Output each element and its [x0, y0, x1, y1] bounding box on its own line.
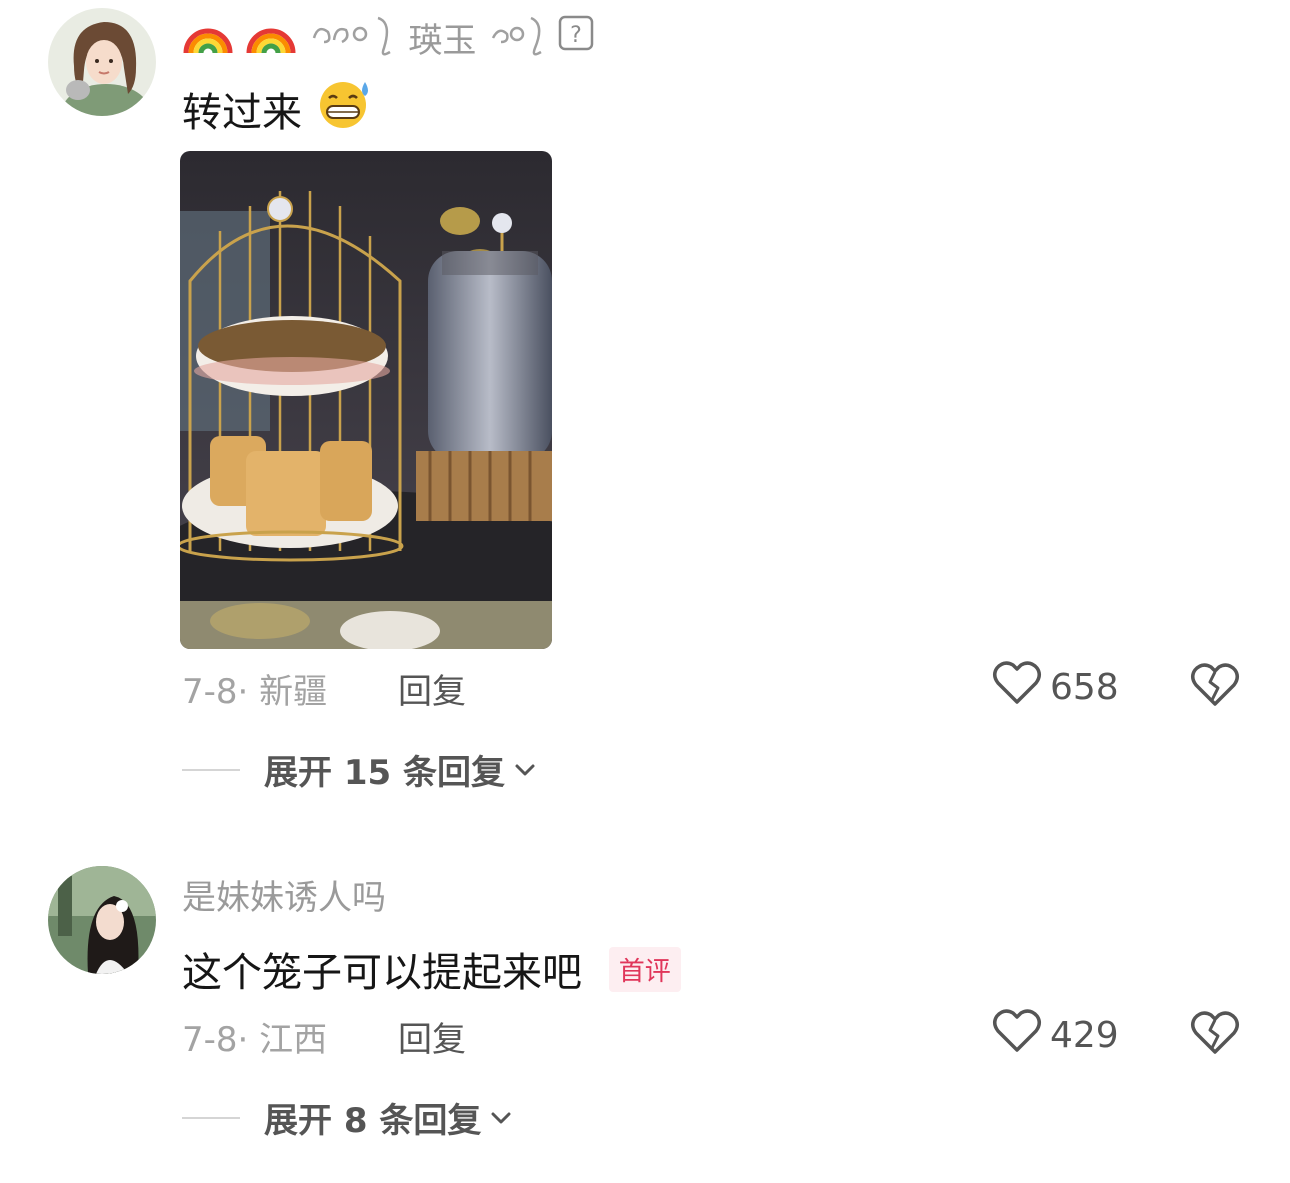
- heart-icon: [992, 1008, 1042, 1063]
- dislike-button[interactable]: [1190, 662, 1240, 712]
- question-mark-icon[interactable]: ?: [558, 15, 594, 60]
- username[interactable]: 是妹妹诱人吗: [182, 870, 386, 919]
- avatar[interactable]: [48, 8, 156, 116]
- chevron-down-icon: [513, 760, 537, 780]
- username: 瑛玉: [408, 21, 477, 61]
- rainbow-icon: [245, 9, 297, 66]
- comment-photo[interactable]: [180, 151, 552, 649]
- date-location: 7-8· 江西: [182, 1020, 328, 1060]
- comment-text: 这个笼子可以提起来吧: [182, 950, 582, 996]
- like-count: 658: [1050, 667, 1119, 708]
- expand-replies-label: 展开 8 条回复: [264, 1101, 482, 1141]
- heart-icon: [992, 660, 1042, 715]
- like-button[interactable]: 658: [992, 660, 1119, 715]
- comment-text-row: 这个笼子可以提起来吧 首评: [182, 940, 681, 998]
- chevron-down-icon: [489, 1108, 513, 1128]
- like-count: 429: [1050, 1015, 1119, 1056]
- svg-text:?: ?: [570, 23, 582, 48]
- reply-button[interactable]: 回复: [398, 1012, 466, 1061]
- expand-replies-label: 展开 15 条回复: [264, 753, 505, 793]
- like-button[interactable]: 429: [992, 1008, 1119, 1063]
- grinning-sweat-emoji-icon: [315, 78, 373, 140]
- expand-replies-button[interactable]: 展开 15 条回复: [182, 745, 537, 794]
- decorative-script-icon: [308, 8, 398, 67]
- dislike-button[interactable]: [1190, 1010, 1240, 1060]
- rainbow-icon: [182, 9, 234, 66]
- divider-line: [182, 1116, 240, 1119]
- comment-text: 转过来: [182, 90, 302, 136]
- broken-heart-icon: [1190, 1011, 1240, 1060]
- broken-heart-icon: [1190, 663, 1240, 712]
- reply-button[interactable]: 回复: [398, 664, 466, 713]
- decorative-script-icon: [487, 8, 547, 67]
- first-comment-badge: 首评: [608, 946, 681, 992]
- date-location: 7-8· 新疆: [182, 672, 328, 712]
- username-row[interactable]: 瑛玉 ?: [182, 8, 594, 67]
- avatar[interactable]: [48, 866, 156, 974]
- divider-line: [182, 768, 240, 771]
- comment-2: 是妹妹诱人吗 这个笼子可以提起来吧 首评 7-8· 江西 回复 429 展开 8…: [0, 860, 1290, 1180]
- expand-replies-button[interactable]: 展开 8 条回复: [182, 1093, 513, 1142]
- comment-1: 瑛玉 ? 转过来 7-8· 新疆 回复 658 展开 15 条回复: [0, 0, 1290, 800]
- comment-text-row: 转过来: [182, 78, 373, 140]
